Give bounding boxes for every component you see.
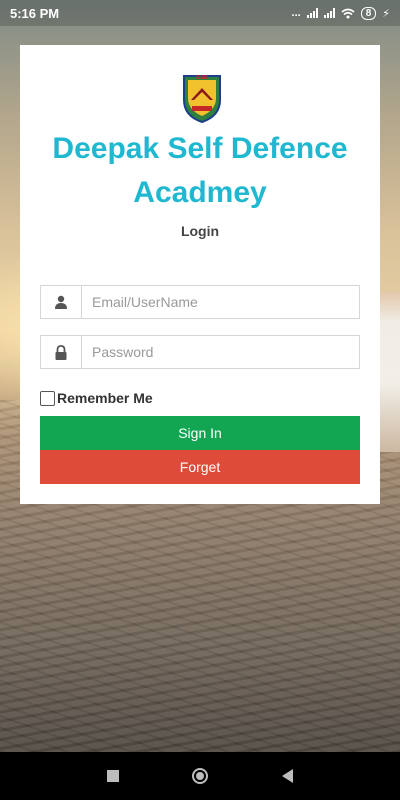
- remember-label: Remember Me: [57, 390, 153, 406]
- login-heading: Login: [180, 223, 220, 239]
- academy-logo-icon: DSD: [183, 75, 221, 124]
- user-icon: [41, 286, 82, 318]
- background-figure: [378, 292, 400, 452]
- status-bar: 5:16 PM ... 8 ⚡: [0, 0, 400, 26]
- signal-icon: [306, 8, 318, 18]
- status-indicators: ...: [291, 7, 301, 19]
- status-icons: ... 8 ⚡: [291, 6, 390, 20]
- sign-in-button[interactable]: Sign In: [40, 416, 360, 450]
- status-time: 5:16 PM: [10, 5, 60, 21]
- wifi-icon: [341, 8, 355, 18]
- home-icon[interactable]: [192, 768, 209, 784]
- signal-icon: [323, 8, 335, 18]
- forget-button[interactable]: Forget: [40, 450, 360, 484]
- email-input[interactable]: [82, 286, 359, 318]
- recents-icon[interactable]: [106, 770, 119, 782]
- login-card: DSD Deepak Self Defence Acadmey Login Re…: [20, 45, 380, 504]
- password-field[interactable]: [40, 335, 360, 369]
- email-field[interactable]: [40, 285, 360, 319]
- remember-checkbox[interactable]: [40, 390, 55, 406]
- back-icon[interactable]: [282, 769, 294, 783]
- battery-icon: 8: [360, 6, 377, 20]
- remember-me[interactable]: Remember Me: [40, 390, 153, 406]
- navigation-bar: [0, 752, 400, 800]
- lock-icon: [41, 336, 82, 368]
- charging-icon: ⚡: [382, 7, 390, 20]
- app-title: Deepak Self Defence Acadmey: [52, 132, 348, 209]
- svg-text:DSD: DSD: [196, 75, 208, 81]
- password-input[interactable]: [82, 336, 359, 368]
